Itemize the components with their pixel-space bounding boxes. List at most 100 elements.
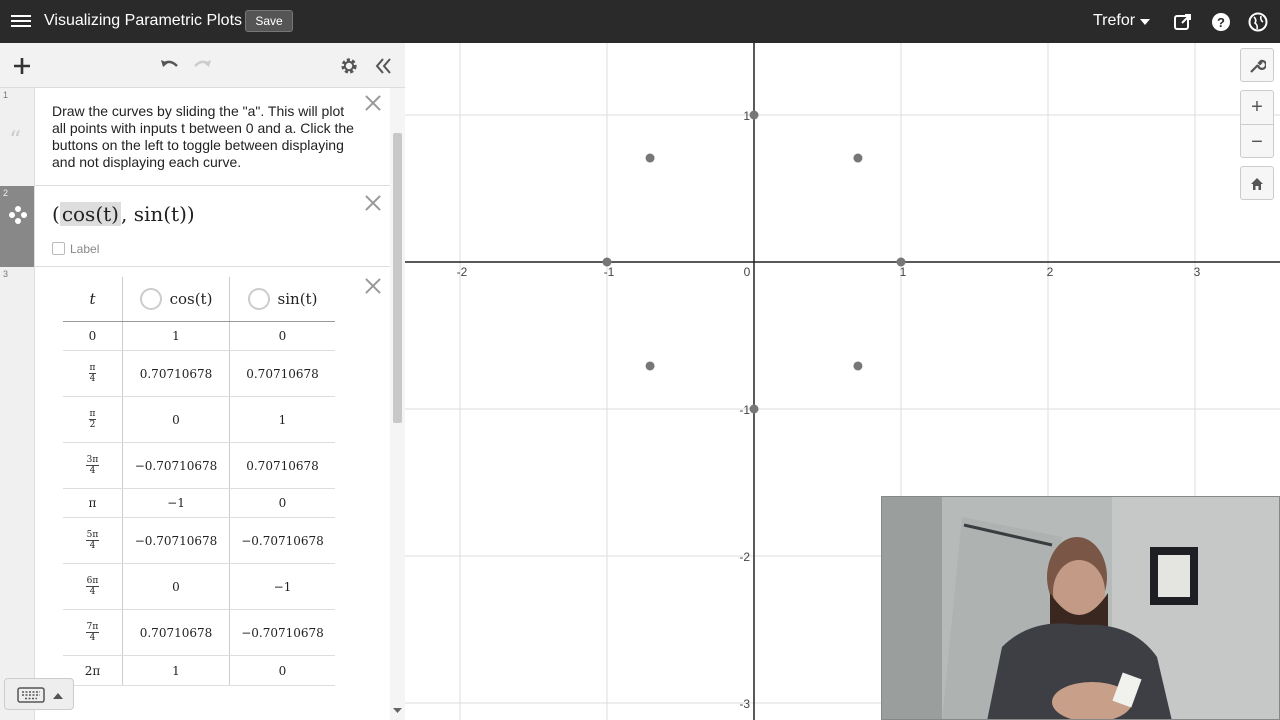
- column-toggle-icon[interactable]: [247, 288, 270, 310]
- header-text: cos(t): [169, 290, 213, 308]
- close-icon[interactable]: [364, 194, 382, 212]
- table-cell-sin[interactable]: 0: [230, 489, 335, 517]
- note-expression[interactable]: 1 “ Draw the curves by sliding the "a". …: [0, 88, 390, 186]
- fraction: 5π 4: [85, 530, 100, 551]
- table-header-t[interactable]: t: [63, 277, 123, 321]
- column-toggle-icon[interactable]: [139, 288, 162, 310]
- scrollbar-thumb[interactable]: [393, 133, 402, 423]
- wrench-icon[interactable]: [1241, 49, 1273, 83]
- label-checkbox-text: Label: [70, 242, 100, 256]
- fraction-numerator: 5π: [85, 530, 100, 541]
- formula-expression[interactable]: 2 (cos(t), sin(t)) Label: [0, 186, 390, 267]
- keyboard-toggle-button[interactable]: [4, 678, 74, 710]
- table-header-cos[interactable]: cos(t): [123, 277, 230, 321]
- zoom-in-icon[interactable]: +: [1241, 91, 1273, 125]
- table-cell-cos[interactable]: 0.70710678: [123, 610, 230, 655]
- close-icon[interactable]: [364, 94, 382, 112]
- scroll-down-icon[interactable]: [393, 706, 402, 714]
- panel-scrollbar[interactable]: [390, 88, 405, 720]
- table-cell-cos[interactable]: 1: [123, 656, 230, 685]
- table-cell-cos[interactable]: −1: [123, 489, 230, 517]
- formula-paren: (: [52, 202, 60, 226]
- x-tick-label: -1: [604, 265, 615, 279]
- fraction-denominator: 2: [89, 420, 96, 430]
- keyboard-icon: [17, 687, 45, 703]
- x-tick-label: 3: [1194, 265, 1201, 279]
- plot-point: [853, 153, 863, 163]
- webcam-image: [882, 497, 1279, 719]
- table-cell-sin[interactable]: 1: [230, 397, 335, 442]
- table-cell-t[interactable]: 6π 4: [63, 564, 123, 609]
- points-toggle-icon[interactable]: [5, 202, 31, 228]
- note-text[interactable]: Draw the curves by sliding the "a". This…: [52, 103, 362, 171]
- table-cell-sin[interactable]: 0.70710678: [230, 351, 335, 396]
- top-bar: Visualizing Parametric Plots Save Trefor…: [0, 0, 1280, 43]
- zoom-out-icon[interactable]: −: [1241, 125, 1273, 159]
- expression-gutter: 1 “: [0, 88, 35, 186]
- globe-icon[interactable]: [1248, 12, 1268, 32]
- table-cell-t[interactable]: 0: [63, 322, 123, 350]
- table-cell-cos[interactable]: 0: [123, 564, 230, 609]
- table-cell-t[interactable]: π2: [63, 397, 123, 442]
- table-cell-cos[interactable]: 1: [123, 322, 230, 350]
- hamburger-menu-icon[interactable]: [11, 12, 31, 30]
- fraction-denominator: 4: [89, 466, 96, 476]
- table-cell-t[interactable]: 5π 4: [63, 518, 123, 563]
- help-icon[interactable]: ?: [1211, 12, 1231, 32]
- table-cell-sin[interactable]: −0.70710678: [230, 610, 335, 655]
- table-cell-cos[interactable]: 0: [123, 397, 230, 442]
- y-tick-label: 1: [743, 109, 750, 123]
- fraction-denominator: 4: [89, 541, 96, 551]
- default-viewport-button[interactable]: [1240, 166, 1274, 200]
- fraction: 6π 4: [85, 576, 100, 597]
- close-icon[interactable]: [364, 277, 382, 295]
- table-cell-sin[interactable]: −0.70710678: [230, 518, 335, 563]
- save-button[interactable]: Save: [245, 10, 293, 32]
- table-cell-sin[interactable]: 0: [230, 656, 335, 685]
- table-cell-cos[interactable]: −0.70710678: [123, 443, 230, 488]
- table-cell-sin[interactable]: 0.70710678: [230, 443, 335, 488]
- fraction: π2: [88, 409, 97, 430]
- table-row: 7π 4 0.70710678 −0.70710678: [63, 610, 335, 656]
- table-cell-sin[interactable]: −1: [230, 564, 335, 609]
- user-menu[interactable]: Trefor: [1093, 12, 1135, 30]
- label-checkbox[interactable]: Label: [52, 242, 99, 256]
- plot-point: [645, 361, 655, 371]
- formula-input[interactable]: (cos(t), sin(t)): [52, 202, 195, 226]
- plus-icon[interactable]: [11, 55, 33, 77]
- table-cell-cos[interactable]: 0.70710678: [123, 351, 230, 396]
- table-header-sin[interactable]: sin(t): [230, 277, 335, 321]
- expression-toolbar: [0, 43, 405, 88]
- formula-paren: ): [186, 202, 195, 226]
- table-cell-sin[interactable]: 0: [230, 322, 335, 350]
- undo-icon[interactable]: [158, 55, 180, 77]
- share-icon[interactable]: [1173, 12, 1193, 32]
- x-tick-label: 2: [1047, 265, 1054, 279]
- home-icon[interactable]: [1241, 167, 1273, 201]
- table-cell-t[interactable]: π4: [63, 351, 123, 396]
- fraction-numerator: 6π: [85, 576, 100, 587]
- fraction: 3π 4: [85, 455, 100, 476]
- table-header-row: t cos(t) sin(t): [63, 277, 335, 322]
- table-expression[interactable]: 3 t cos(t) sin(t) 0 1 0 π 4 0.70710678 0.70710…: [0, 267, 390, 720]
- table-row: 2π 1 0: [63, 656, 335, 686]
- y-tick-label: -1: [739, 403, 750, 417]
- collapse-icon[interactable]: [372, 55, 394, 77]
- fraction-numerator: π: [88, 363, 97, 374]
- table-row: 6π 4 0 −1: [63, 564, 335, 610]
- graph-title[interactable]: Visualizing Parametric Plots: [44, 12, 242, 30]
- chevron-down-icon[interactable]: [1140, 19, 1150, 25]
- graph-settings-button[interactable]: [1240, 48, 1274, 82]
- table-cell-t[interactable]: 3π 4: [63, 443, 123, 488]
- table-row: π −1 0: [63, 489, 335, 518]
- table-cell-t[interactable]: 7π 4: [63, 610, 123, 655]
- fraction-denominator: 4: [89, 633, 96, 643]
- zoom-controls: + −: [1240, 90, 1274, 158]
- expression-list: 1 “ Draw the curves by sliding the "a". …: [0, 88, 390, 720]
- plot-point: [749, 404, 759, 414]
- table-cell-cos[interactable]: −0.70710678: [123, 518, 230, 563]
- redo-icon[interactable]: [192, 55, 214, 77]
- checkbox-icon[interactable]: [52, 242, 65, 255]
- table-cell-t[interactable]: π: [63, 489, 123, 517]
- gear-icon[interactable]: [338, 55, 360, 77]
